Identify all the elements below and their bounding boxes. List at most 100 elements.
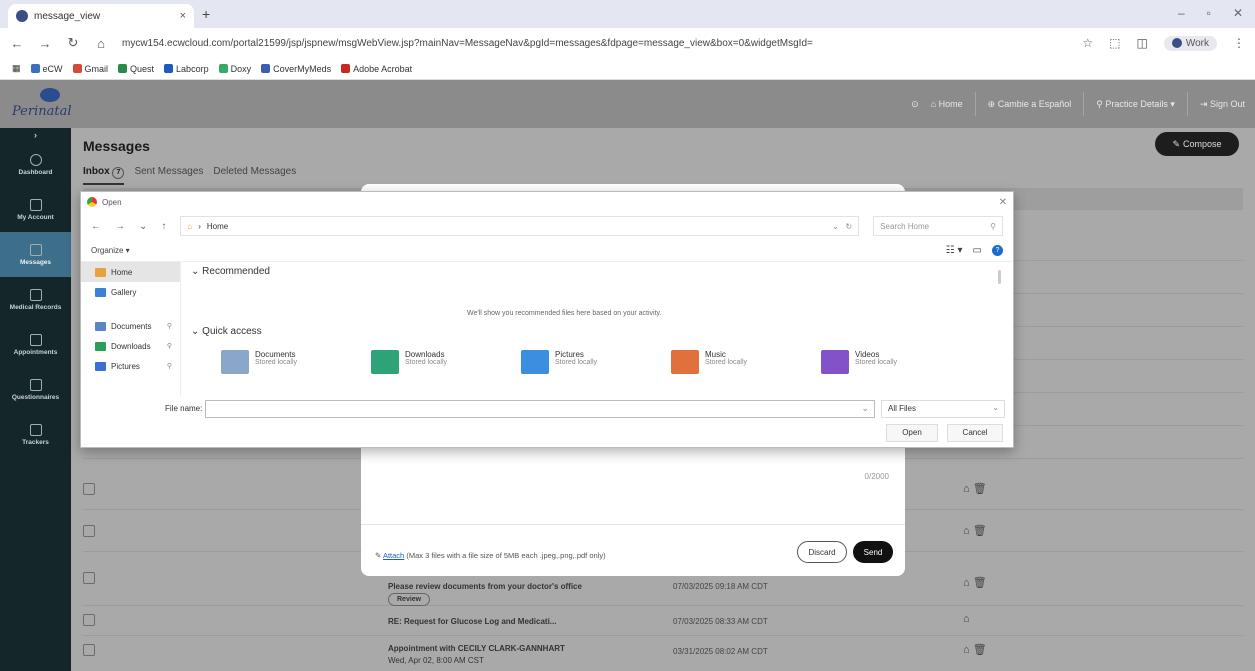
dialog-footer: File name: ⌄ All Files ⌄ Open Cancel [81,398,1013,448]
apps-grid-icon[interactable]: ▦ [12,63,21,74]
forward-icon[interactable]: → [38,36,52,51]
tab-close-icon[interactable]: × [180,10,186,22]
scrollbar[interactable] [998,270,1001,284]
compose-button[interactable]: ✎ Compose [1155,132,1239,156]
split-view-icon[interactable]: ◫ [1137,36,1148,50]
row-date: 07/03/2025 08:33 AM CDT [673,617,768,626]
logo-text: Perinatal [12,104,72,119]
portal-logo[interactable]: Perinatal [10,86,90,122]
calendar-icon [29,333,42,346]
path-bar[interactable]: ⌂ › Home ⌄ ↻ [180,216,860,236]
dialog-title: Open [102,197,122,207]
table-row[interactable]: Appointment with CECILY CLARK-GANNHART W… [83,636,1243,671]
quick-access-documents[interactable]: Documents Stored locally [221,350,351,380]
history-chevron-icon[interactable]: ⌄ [139,221,147,232]
tab-sent-messages[interactable]: Sent Messages [134,166,203,185]
bookmark-ecw[interactable]: eCW [30,64,63,74]
browser-menu-icon[interactable]: ⋮ [1233,36,1245,50]
dialog-close-icon[interactable]: ✕ [999,197,1007,208]
bookmark-doxy[interactable]: Doxy [218,64,251,74]
nav-home[interactable]: Home [81,262,180,282]
address-bar-row: ← → ↻ ⌂ mycw154.ecwcloud.com/portal21599… [0,28,1255,58]
attach-link[interactable]: Attach [383,551,404,560]
row-action-icons[interactable]: ⌂ 🗑 [963,524,987,537]
nav-sign-out[interactable]: ⇥ Sign Out [1200,99,1245,110]
cancel-button[interactable]: Cancel [947,424,1003,442]
nav-spanish[interactable]: ⊕ Cambie a Español [988,99,1072,110]
sidebar-expand-icon[interactable]: › [0,128,71,142]
extensions-icon[interactable]: ⬚ [1109,36,1120,50]
sidebar-item-appointments[interactable]: Appointments [0,322,71,367]
window-close-icon[interactable]: ✕ [1233,6,1243,20]
quick-access-music[interactable]: Music Stored locally [671,350,801,380]
bookmark-adobe-acrobat[interactable]: Adobe Acrobat [341,64,412,74]
search-input[interactable]: Search Home ⚲ [873,216,1003,236]
bookmark-gmail[interactable]: Gmail [72,64,108,74]
nav-home[interactable]: ⌂ Home [931,99,963,109]
url-field[interactable]: mycw154.ecwcloud.com/portal21599/jsp/jsp… [122,38,1068,49]
downloads-folder-icon [371,350,399,374]
row-checkbox[interactable] [83,572,95,584]
file-name-input[interactable]: ⌄ [205,400,875,418]
view-options-icon[interactable]: ☷ ▾ [946,245,963,256]
discard-button[interactable]: Discard [797,541,847,563]
chevron-down-icon[interactable]: ⌄ [861,403,869,414]
bookmark-star-icon[interactable]: ☆ [1082,36,1093,50]
row-action-icons[interactable]: ⌂ 🗑 [963,482,987,495]
browser-tab[interactable]: message_view × [8,4,194,28]
new-tab-button[interactable]: + [202,6,210,22]
sidebar-item-dashboard[interactable]: Dashboard [0,142,71,187]
sidebar-item-trackers[interactable]: Trackers [0,412,71,457]
file-list-pane: ⌄ Recommended We'll show you recommended… [187,262,1007,396]
quick-access-downloads[interactable]: Downloads Stored locally [371,350,501,380]
row-checkbox[interactable] [83,525,95,537]
preview-pane-icon[interactable]: ▭ [973,245,982,256]
row-checkbox[interactable] [83,644,95,656]
tab-inbox[interactable]: Inbox 7 [83,166,125,185]
maximize-icon[interactable]: ▫ [1207,6,1211,20]
nav-gallery[interactable]: Gallery [81,282,180,302]
path-chevron-icon[interactable]: ⌄ ↻ [832,222,852,231]
open-button[interactable]: Open [886,424,938,442]
back-icon[interactable]: ← [10,36,24,51]
quick-access-heading[interactable]: ⌄ Quick access [191,326,262,337]
up-icon[interactable]: ↑ [161,221,166,232]
sidebar-item-questionnaires[interactable]: Questionnaires [0,367,71,412]
row-action-icons[interactable]: ⌂ [963,613,970,625]
tab-deleted-messages[interactable]: Deleted Messages [213,166,296,185]
row-action-icons[interactable]: ⌂ 🗑 [963,643,987,656]
review-button[interactable]: Review [388,593,431,606]
help-icon[interactable]: ? [992,245,1003,256]
bookmark-quest[interactable]: Quest [118,64,154,74]
sidebar-item-messages[interactable]: Messages [0,232,71,277]
nav-downloads[interactable]: Downloads ⚲ [81,336,180,356]
clipboard-icon [29,378,42,391]
forward-icon[interactable]: → [115,221,125,232]
recommended-heading[interactable]: ⌄ Recommended [191,266,270,277]
quick-access-pictures[interactable]: Pictures Stored locally [521,350,651,380]
help-icon[interactable]: ⊙ [911,99,919,110]
inbox-count-badge: 7 [112,167,125,179]
row-checkbox[interactable] [83,483,95,495]
sidebar-item-medical-records[interactable]: Medical Records [0,277,71,322]
profile-button[interactable]: Work [1163,35,1217,51]
nav-practice-details[interactable]: ⚲ Practice Details ▾ [1096,99,1175,110]
bookmark-labcorp[interactable]: Labcorp [164,64,209,74]
minimize-icon[interactable]: – [1178,6,1185,20]
home-icon[interactable]: ⌂ [94,36,108,51]
reload-icon[interactable]: ↻ [66,35,80,51]
back-icon[interactable]: ← [91,221,101,232]
nav-documents[interactable]: Documents ⚲ [81,316,180,336]
sidebar-item-my-account[interactable]: My Account [0,187,71,232]
organize-button[interactable]: Organize ▾ [91,246,130,255]
row-action-icons[interactable]: ⌂ 🗑 [963,576,987,589]
attach-hint: (Max 3 files with a file size of 5MB eac… [406,551,606,560]
table-row[interactable]: RE: Request for Glucose Log and Medicati… [83,606,1243,636]
nav-pictures[interactable]: Pictures ⚲ [81,356,180,376]
quick-access-videos[interactable]: Videos Stored locally [821,350,951,380]
row-checkbox[interactable] [83,614,95,626]
home-folder-icon [95,267,106,277]
file-type-select[interactable]: All Files ⌄ [881,400,1005,418]
send-button[interactable]: Send [853,541,893,563]
bookmark-covermymeds[interactable]: CoverMyMeds [261,64,331,74]
